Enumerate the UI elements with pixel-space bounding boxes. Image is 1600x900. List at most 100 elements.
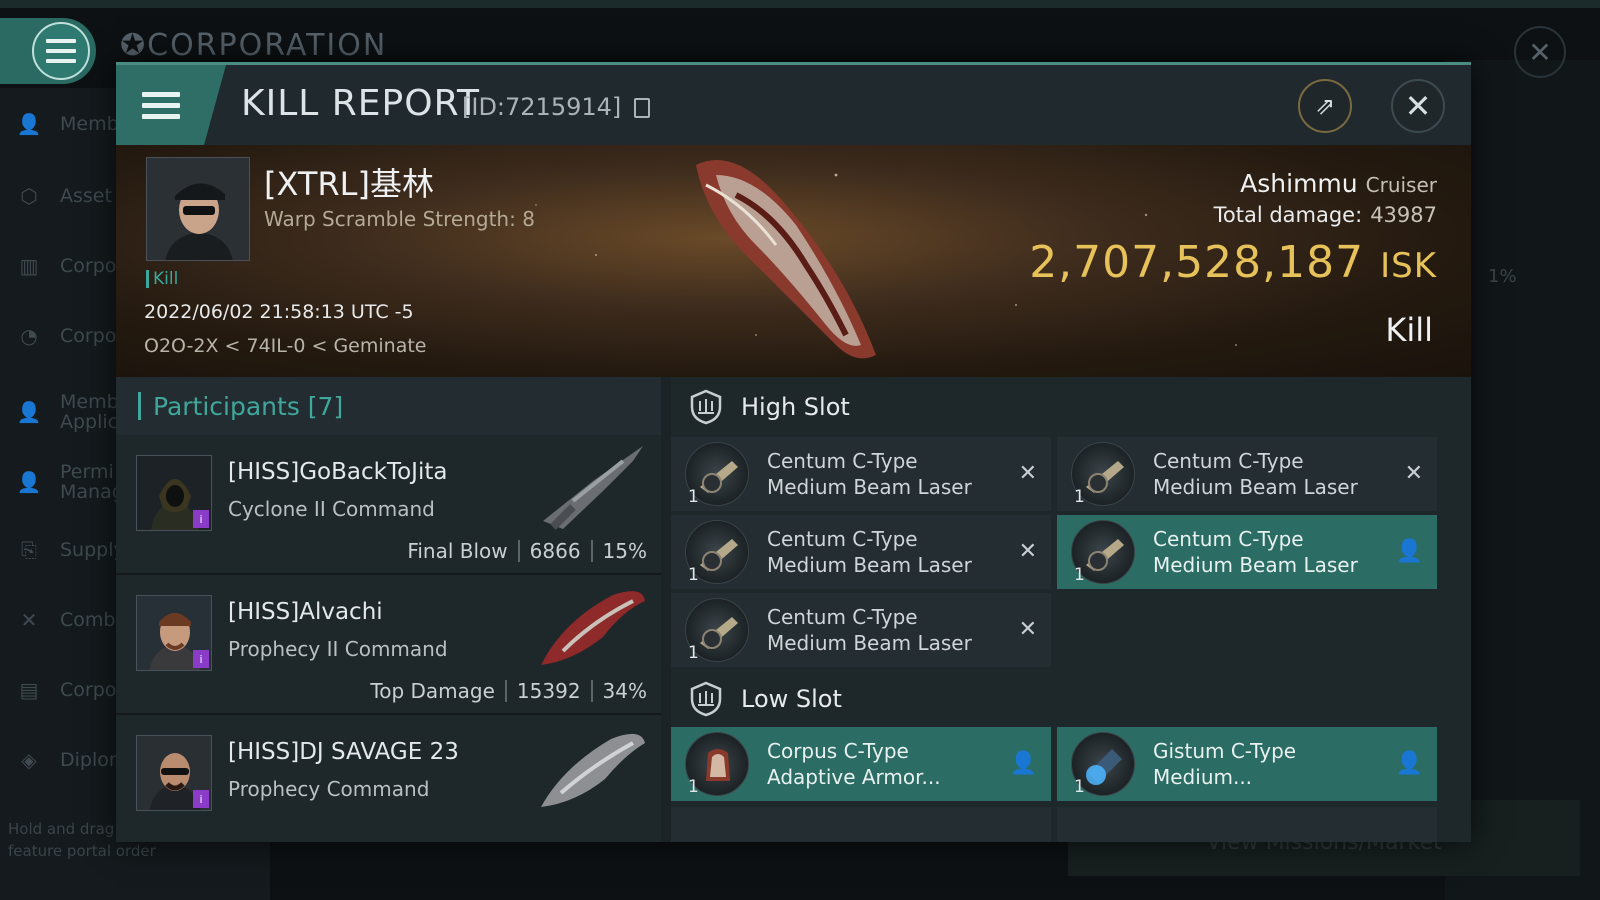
participant-role: Top Damage — [370, 679, 495, 703]
sidebar-item-supply[interactable]: ⎘ Supply — [14, 530, 125, 570]
module-item-partial[interactable] — [671, 807, 1051, 842]
total-damage: Total damage: 43987 — [1214, 203, 1437, 227]
participant-row[interactable]: i [HISS]Alvachi Prophecy II Command Top … — [116, 575, 661, 715]
module-type: Medium Beam Laser — [1153, 475, 1358, 499]
modal-menu-button[interactable] — [116, 65, 226, 145]
kill-result: Kill — [1385, 311, 1433, 349]
participant-name[interactable]: [HISS]Alvachi — [228, 599, 383, 625]
sidebar-item-combat[interactable]: ✕ Comba — [14, 600, 128, 640]
module-type: Medium... — [1153, 765, 1253, 789]
sidebar-item-member-applications[interactable]: 👤 Memb Applic — [14, 388, 120, 436]
destroyed-icon: ✕ — [1018, 461, 1037, 486]
corp-badge-icon: i — [193, 790, 209, 808]
module-name: Centum C-Type — [1153, 527, 1304, 551]
low-slot-header: Low Slot — [671, 669, 1471, 729]
total-damage-value: 43987 — [1370, 203, 1437, 227]
module-name: Centum C-Type — [767, 527, 918, 551]
corp-badge-icon: i — [193, 510, 209, 528]
share-icon: ⇗ — [1314, 92, 1336, 120]
module-type: Medium Beam Laser — [767, 475, 972, 499]
laser-icon: 1 — [685, 442, 749, 507]
avatar: i — [136, 595, 212, 671]
destroyed-icon: ✕ — [1404, 461, 1423, 486]
participant-percent: 34% — [602, 679, 647, 703]
assets-icon: ⬡ — [20, 184, 38, 208]
avatar — [147, 158, 249, 260]
participant-percent: 15% — [602, 539, 647, 563]
module-name: Centum C-Type — [767, 449, 918, 473]
ship-name: Ashimmu — [1240, 169, 1358, 198]
sidebar-item-corporation-2[interactable]: ◔ Corpo — [14, 316, 116, 356]
module-item[interactable]: 1 Centum C-Type Medium Beam Laser ✕ — [671, 515, 1051, 589]
share-button[interactable]: ⇗ — [1298, 79, 1352, 133]
kill-location[interactable]: O2O-2X < 74IL-0 < Geminate — [144, 335, 427, 357]
participants-header[interactable]: Participants [7] — [116, 377, 661, 435]
isk-unit: ISK — [1380, 246, 1437, 286]
victim-ship[interactable]: Ashimmu Cruiser — [1240, 169, 1437, 198]
sidebar-item-assets[interactable]: ⬡ Asset — [14, 176, 112, 216]
avatar: i — [136, 735, 212, 811]
applicant-icon: 👤 — [16, 400, 42, 424]
participant-row[interactable]: i [HISS]DJ SAVAGE 23 Prophecy Command — [116, 715, 661, 842]
module-item-partial[interactable] — [1057, 807, 1437, 842]
participant-ship: Cyclone II Command — [228, 497, 435, 521]
module-item[interactable]: 1 Centum C-Type Medium Beam Laser ✕ — [671, 437, 1051, 511]
supply-icon: ⎘ — [21, 538, 37, 562]
armor-hardener-icon: 1 — [685, 732, 749, 797]
main-menu-button[interactable] — [32, 22, 90, 80]
sidebar-item-permissions[interactable]: 👤 Permi Manag — [14, 458, 124, 506]
fitting-panel: High Slot 1 Centum C-Type Medium Beam Las… — [671, 377, 1471, 842]
isk-value: 2,707,528,187 ISK — [1029, 237, 1437, 288]
sidebar-item-members[interactable]: 👤 Memb — [14, 104, 119, 144]
dropped-person-icon: 👤 — [1395, 539, 1423, 564]
swords-icon: ✕ — [20, 608, 38, 632]
participant-role: Final Blow — [407, 539, 508, 563]
background-stat: 1% — [1488, 266, 1517, 287]
participant-name[interactable]: [HISS]DJ SAVAGE 23 — [228, 739, 459, 765]
modal-title: KILL REPORT — [241, 83, 480, 124]
module-item[interactable]: 1 Centum C-Type Medium Beam Laser 👤 — [1057, 515, 1437, 589]
module-type: Adaptive Armor... — [767, 765, 941, 789]
participants-panel: Participants [7] i [HISS]GoBackToJita Cy… — [116, 377, 661, 842]
module-item[interactable]: 1 Corpus C-Type Adaptive Armor... 👤 — [671, 727, 1051, 801]
warp-scramble-strength: Warp Scramble Strength: 8 — [264, 207, 535, 231]
participant-damage: 15392 — [516, 679, 581, 703]
participant-ship-image — [541, 591, 645, 665]
copy-icon[interactable] — [634, 98, 650, 118]
background-page-title: ✪CORPORATION — [120, 28, 388, 63]
laser-icon: 1 — [685, 520, 749, 585]
module-name: Gistum C-Type — [1153, 739, 1297, 763]
sidebar-item-corporation-1[interactable]: ▥ Corpo — [14, 246, 117, 286]
module-name: Centum C-Type — [767, 605, 918, 629]
kill-tag: Kill — [146, 270, 178, 288]
module-item[interactable]: 1 Gistum C-Type Medium... 👤 — [1057, 727, 1437, 801]
victim-ship-image[interactable] — [676, 145, 906, 377]
background-close-button[interactable]: ✕ — [1514, 26, 1566, 78]
close-button[interactable]: ✕ — [1391, 79, 1445, 133]
dropped-person-icon: 👤 — [1009, 751, 1037, 776]
module-name: Corpus C-Type — [767, 739, 909, 763]
participant-ship: Prophecy Command — [228, 777, 430, 801]
module-type: Medium Beam Laser — [767, 553, 972, 577]
participant-name[interactable]: [HISS]GoBackToJita — [228, 459, 447, 485]
module-item[interactable]: 1 Centum C-Type Medium Beam Laser ✕ — [1057, 437, 1437, 511]
victim-name[interactable]: [XTRL]基林 — [264, 159, 434, 205]
sidebar-item-diplomacy[interactable]: ◈ Diplon — [14, 740, 121, 780]
permissions-icon: 👤 — [16, 470, 42, 494]
participant-row[interactable]: i [HISS]GoBackToJita Cyclone II Command … — [116, 435, 661, 575]
avatar: i — [136, 455, 212, 531]
total-damage-label: Total damage: — [1213, 203, 1363, 227]
chart-icon: ▥ — [19, 254, 39, 278]
sidebar-item-corporation-3[interactable]: ▤ Corpo — [14, 670, 117, 710]
victim-portrait[interactable] — [146, 157, 250, 261]
ship-class: Cruiser — [1365, 173, 1437, 197]
laser-icon: 1 — [1071, 520, 1135, 585]
victim-banner: [XTRL]基林 Warp Scramble Strength: 8 Kill … — [116, 145, 1471, 377]
participant-stats: Top Damage 15392 34% — [370, 679, 647, 703]
module-item[interactable]: 1 Centum C-Type Medium Beam Laser ✕ — [671, 593, 1051, 667]
top-strip — [0, 0, 1600, 8]
module-name: Centum C-Type — [1153, 449, 1304, 473]
shield-booster-icon: 1 — [1071, 732, 1135, 797]
destroyed-icon: ✕ — [1018, 617, 1037, 642]
corp-badge-icon: i — [193, 650, 209, 668]
